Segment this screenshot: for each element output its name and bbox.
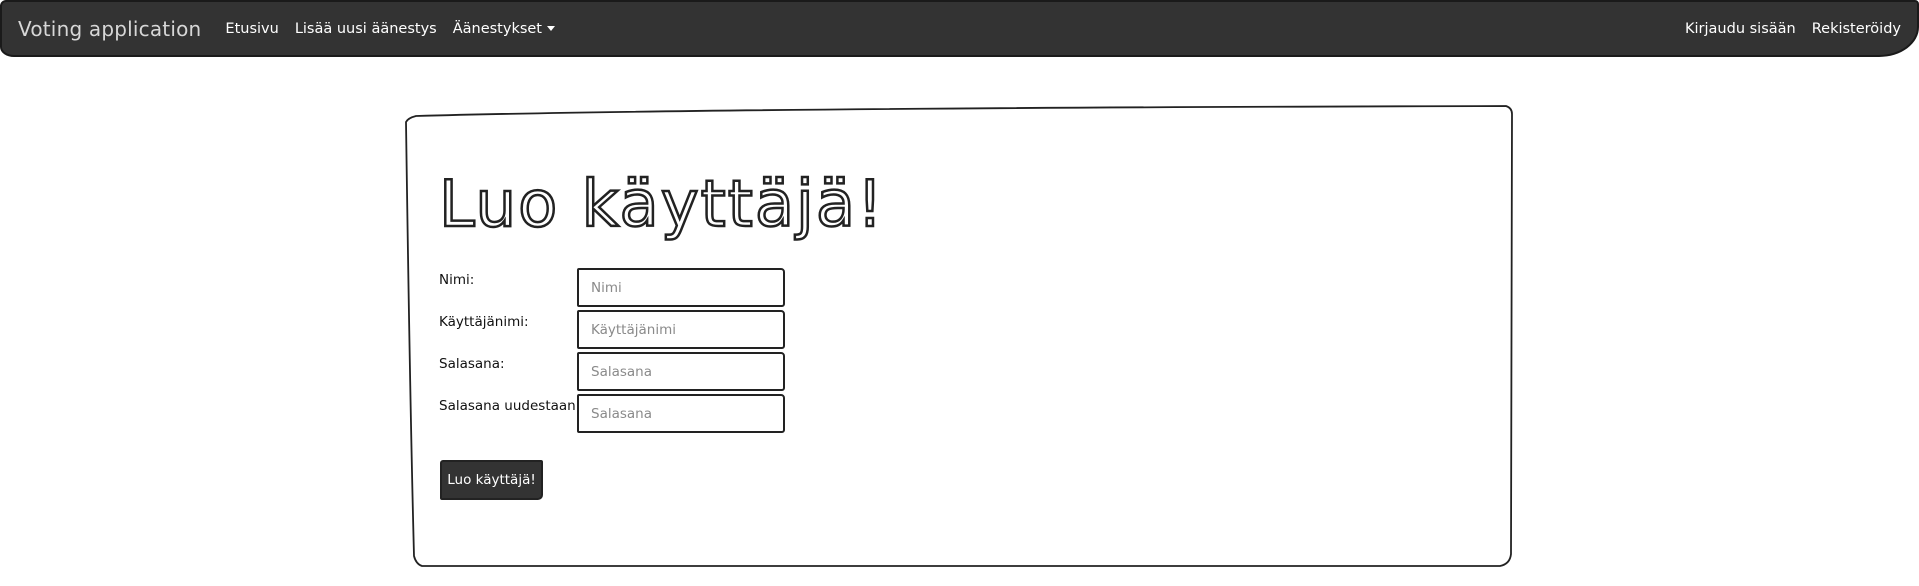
nav-link-login[interactable]: Kirjaudu sisään xyxy=(1685,21,1796,37)
name-input[interactable] xyxy=(577,268,785,307)
username-input[interactable] xyxy=(577,310,785,349)
username-label: Käyttäjänimi: xyxy=(439,314,529,330)
password-confirm-row: Salasana uudestaan: xyxy=(439,394,785,433)
password-label: Salasana: xyxy=(439,356,505,372)
create-user-button[interactable]: Luo käyttäjä! xyxy=(440,460,543,500)
nav-dropdown-polls[interactable]: Äänestykset xyxy=(453,21,555,37)
password-confirm-input[interactable] xyxy=(577,394,785,433)
page-title: Luo käyttäjä! xyxy=(438,167,885,244)
nav-right-links: Kirjaudu sisään Rekisteröidy xyxy=(1669,21,1901,37)
nav-link-add-poll[interactable]: Lisää uusi äänestys xyxy=(295,21,437,37)
name-row: Nimi: xyxy=(439,268,785,307)
password-input[interactable] xyxy=(577,352,785,391)
nav-link-home[interactable]: Etusivu xyxy=(225,21,278,37)
nav-left-links: Etusivu Lisää uusi äänestys Äänestykset xyxy=(225,21,571,37)
brand-link[interactable]: Voting application xyxy=(18,17,201,41)
nav-link-register[interactable]: Rekisteröidy xyxy=(1812,21,1901,37)
name-label: Nimi: xyxy=(439,272,475,288)
username-row: Käyttäjänimi: xyxy=(439,310,785,349)
nav-dropdown-polls-label: Äänestykset xyxy=(452,20,542,37)
top-navbar: Voting application Etusivu Lisää uusi ää… xyxy=(0,0,1919,57)
caret-down-icon xyxy=(547,26,555,31)
password-confirm-label: Salasana uudestaan: xyxy=(439,398,581,414)
password-row: Salasana: xyxy=(439,352,785,391)
register-card: Luo käyttäjä! Luo käyttäjä! Nimi: Käyttä… xyxy=(405,108,1513,566)
